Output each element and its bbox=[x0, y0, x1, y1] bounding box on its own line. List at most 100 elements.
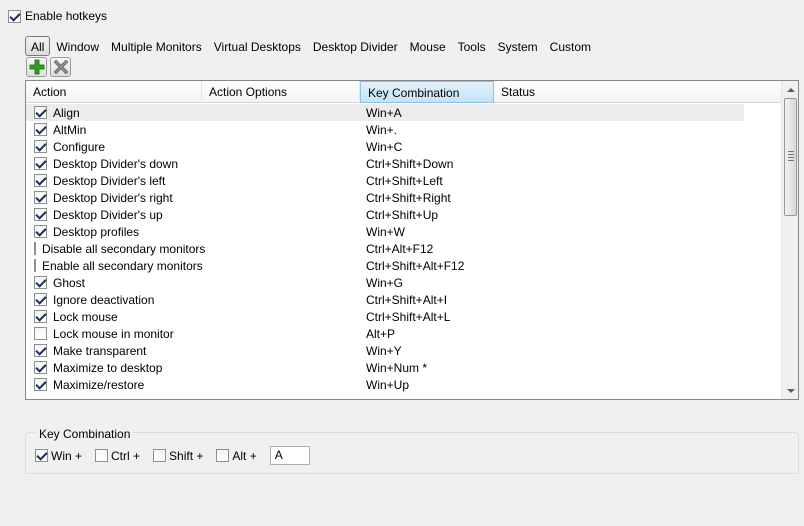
modifier-checkbox[interactable] bbox=[153, 449, 167, 462]
key-combination-cell: Win+C bbox=[366, 139, 403, 154]
row-enabled-checkbox[interactable] bbox=[34, 123, 47, 136]
table-row[interactable]: Make transparent Win+Y bbox=[26, 342, 782, 359]
table-row[interactable]: Disable all secondary monitors Ctrl+Alt+F… bbox=[26, 240, 782, 257]
row-enabled-checkbox[interactable] bbox=[34, 242, 36, 255]
row-enabled-checkbox[interactable] bbox=[34, 293, 47, 306]
table-row[interactable]: Configure Win+C bbox=[26, 138, 782, 155]
modifier-options: Win + Ctrl + Shift + Alt + A bbox=[35, 446, 310, 465]
hotkey-list[interactable]: Action Action Options Key Combination St… bbox=[25, 80, 799, 400]
tab-mouse[interactable]: Mouse bbox=[404, 36, 452, 56]
action-cell: Maximize to desktop bbox=[26, 361, 202, 375]
tab-multiple-monitors[interactable]: Multiple Monitors bbox=[105, 36, 208, 56]
table-row[interactable]: Desktop Divider's right Ctrl+Shift+Right bbox=[26, 189, 782, 206]
row-enabled-checkbox[interactable] bbox=[34, 344, 47, 357]
tab-desktop-divider[interactable]: Desktop Divider bbox=[307, 36, 404, 56]
action-cell: Desktop Divider's right bbox=[26, 191, 202, 205]
row-enabled-checkbox[interactable] bbox=[34, 225, 47, 238]
table-row[interactable]: Align Win+A bbox=[26, 104, 744, 121]
table-row[interactable]: Maximize/restore Win+Up bbox=[26, 376, 782, 393]
modifier-win-option[interactable]: Win + bbox=[35, 449, 82, 463]
tab-window[interactable]: Window bbox=[50, 36, 105, 56]
action-cell: Desktop profiles bbox=[26, 225, 202, 239]
action-cell: Desktop Divider's left bbox=[26, 174, 202, 188]
action-cell: Ignore deactivation bbox=[26, 293, 202, 307]
row-enabled-checkbox[interactable] bbox=[34, 140, 47, 153]
table-row[interactable]: Desktop Divider's down Ctrl+Shift+Down bbox=[26, 155, 782, 172]
action-cell: Align bbox=[26, 106, 202, 120]
row-enabled-checkbox[interactable] bbox=[34, 157, 47, 170]
action-name: Desktop Divider's right bbox=[53, 190, 173, 205]
tab-all[interactable]: All bbox=[25, 36, 51, 56]
enable-hotkeys-option[interactable]: Enable hotkeys bbox=[8, 9, 107, 23]
modifier-checkbox[interactable] bbox=[35, 449, 48, 462]
table-row[interactable]: Desktop Divider's up Ctrl+Shift+Up bbox=[26, 206, 782, 223]
key-combination-cell: Win+Y bbox=[366, 343, 402, 358]
row-enabled-checkbox[interactable] bbox=[34, 378, 47, 391]
action-cell: Make transparent bbox=[26, 344, 202, 358]
key-combination-cell: Win+A bbox=[366, 105, 402, 120]
table-row[interactable]: Lock mouse in monitor Alt+P bbox=[26, 325, 782, 342]
table-row[interactable]: Enable all secondary monitors Ctrl+Shift+… bbox=[26, 257, 782, 274]
modifier-checkbox[interactable] bbox=[216, 449, 230, 462]
column-header-status[interactable]: Status bbox=[494, 81, 782, 103]
enable-hotkeys-checkbox[interactable] bbox=[8, 9, 21, 23]
action-cell: Lock mouse bbox=[26, 310, 202, 324]
column-header-key-combination[interactable]: Key Combination bbox=[360, 81, 494, 103]
action-cell: Ghost bbox=[26, 276, 202, 290]
key-combination-cell: Win+Up bbox=[366, 377, 410, 392]
row-enabled-checkbox[interactable] bbox=[34, 327, 47, 340]
key-combination-cell: Win+. bbox=[366, 122, 398, 137]
tab-custom[interactable]: Custom bbox=[544, 36, 597, 56]
action-name: Configure bbox=[53, 139, 106, 154]
key-combination-cell: Ctrl+Shift+Down bbox=[366, 156, 454, 171]
key-combination-cell: Ctrl+Shift+Alt+F12 bbox=[366, 258, 465, 273]
key-input[interactable]: A bbox=[269, 446, 310, 465]
key-combination-cell: Win+G bbox=[366, 275, 404, 290]
row-enabled-checkbox[interactable] bbox=[34, 259, 36, 272]
key-combination-cell: Ctrl+Shift+Right bbox=[366, 190, 451, 205]
modifier-ctrl-option[interactable]: Ctrl + bbox=[95, 449, 140, 463]
vertical-scrollbar[interactable] bbox=[781, 81, 798, 399]
column-header-action[interactable]: Action bbox=[26, 81, 202, 103]
table-row[interactable]: Maximize to desktop Win+Num * bbox=[26, 359, 782, 376]
action-cell: Desktop Divider's up bbox=[26, 208, 202, 222]
table-row[interactable]: AltMin Win+. bbox=[26, 121, 782, 138]
row-enabled-checkbox[interactable] bbox=[34, 174, 47, 187]
modifier-label: Shift + bbox=[169, 448, 204, 463]
remove-hotkey-button[interactable] bbox=[50, 57, 71, 77]
add-hotkey-button[interactable] bbox=[26, 57, 47, 77]
table-row[interactable]: Ghost Win+G bbox=[26, 274, 782, 291]
row-enabled-checkbox[interactable] bbox=[34, 276, 47, 289]
table-row[interactable]: Desktop profiles Win+W bbox=[26, 223, 782, 240]
action-name: Lock mouse in monitor bbox=[53, 326, 174, 341]
tab-tools[interactable]: Tools bbox=[452, 36, 492, 56]
plus-icon bbox=[29, 59, 44, 75]
modifier-alt-option[interactable]: Alt + bbox=[216, 449, 257, 463]
scrollbar-thumb[interactable] bbox=[784, 98, 797, 216]
scroll-up-arrow[interactable] bbox=[782, 81, 798, 98]
modifier-label: Ctrl + bbox=[111, 448, 141, 463]
row-enabled-checkbox[interactable] bbox=[34, 361, 47, 374]
modifier-shift-option[interactable]: Shift + bbox=[153, 449, 203, 463]
action-cell: Configure bbox=[26, 140, 202, 154]
modifier-checkbox[interactable] bbox=[95, 449, 109, 462]
row-enabled-checkbox[interactable] bbox=[34, 208, 47, 221]
key-combination-cell: Ctrl+Alt+F12 bbox=[366, 241, 434, 256]
table-row[interactable]: Ignore deactivation Ctrl+Shift+Alt+I bbox=[26, 291, 782, 308]
row-enabled-checkbox[interactable] bbox=[34, 106, 47, 119]
list-header: Action Action Options Key Combination St… bbox=[26, 81, 782, 103]
table-row[interactable]: Desktop Divider's left Ctrl+Shift+Left bbox=[26, 172, 782, 189]
row-enabled-checkbox[interactable] bbox=[34, 191, 47, 204]
key-combination-cell: Win+Num * bbox=[366, 360, 428, 375]
action-name: Desktop profiles bbox=[53, 224, 140, 239]
action-name: Maximize to desktop bbox=[53, 360, 163, 375]
column-header-action-options[interactable]: Action Options bbox=[202, 81, 360, 103]
scroll-down-arrow[interactable] bbox=[782, 382, 798, 399]
tab-virtual-desktops[interactable]: Virtual Desktops bbox=[208, 36, 307, 56]
tab-system[interactable]: System bbox=[492, 36, 544, 56]
row-enabled-checkbox[interactable] bbox=[34, 310, 47, 323]
action-name: Desktop Divider's down bbox=[53, 156, 179, 171]
action-name: AltMin bbox=[53, 122, 87, 137]
key-combination-cell: Alt+P bbox=[366, 326, 396, 341]
table-row[interactable]: Lock mouse Ctrl+Shift+Alt+L bbox=[26, 308, 782, 325]
